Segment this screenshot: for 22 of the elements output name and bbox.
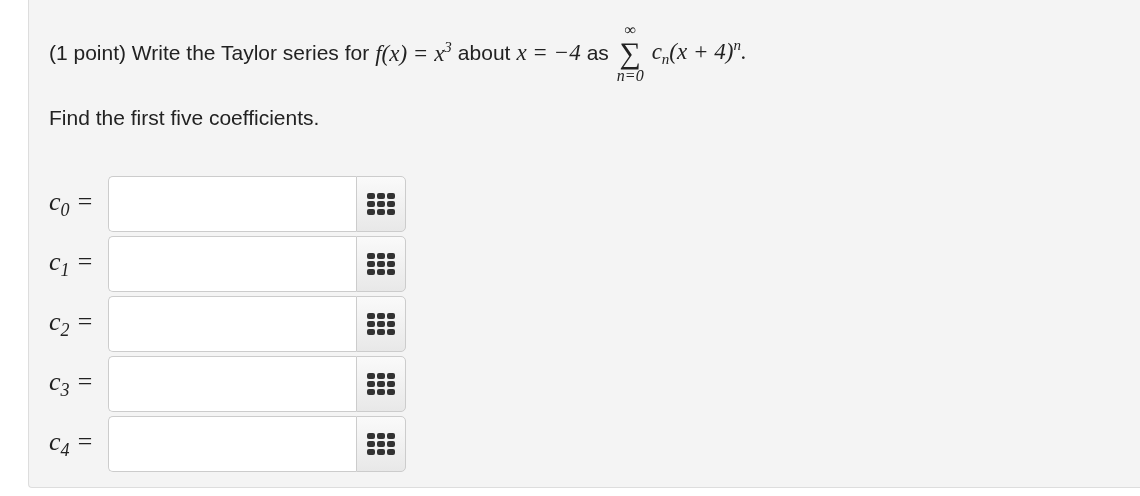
- coefficient-label: c$_{4}$ =: [49, 426, 95, 462]
- keypad-icon: [367, 253, 395, 275]
- answer-field[interactable]: [108, 356, 356, 412]
- answer-field[interactable]: [108, 176, 356, 232]
- keypad-icon: [367, 313, 395, 335]
- keypad-icon: [367, 433, 395, 455]
- keypad-icon: [367, 193, 395, 215]
- coefficient-label: c$_{1}$ =: [49, 246, 95, 282]
- equation-editor-button[interactable]: [356, 356, 406, 412]
- equation-editor-button[interactable]: [356, 176, 406, 232]
- answer-field[interactable]: [108, 296, 356, 352]
- question-text: (1 point) Write the Taylor series for f(x) = x$^{3}$ about x = −4 as ∞ ∑ n=0 c$_{n}$(x + 4)$^{n}$.: [49, 20, 748, 86]
- equation-editor-button[interactable]: [356, 416, 406, 472]
- instruction-text: Find the first five coefficients.: [49, 106, 321, 130]
- equation-editor-button[interactable]: [356, 296, 406, 352]
- coefficient-label: c$_{3}$ =: [49, 366, 95, 402]
- answer-field[interactable]: [108, 236, 356, 292]
- coefficient-label: c$_{0}$ =: [49, 186, 95, 222]
- coefficient-label: c$_{2}$ =: [49, 306, 95, 342]
- answer-field[interactable]: [108, 416, 356, 472]
- equation-editor-button[interactable]: [356, 236, 406, 292]
- keypad-icon: [367, 373, 395, 395]
